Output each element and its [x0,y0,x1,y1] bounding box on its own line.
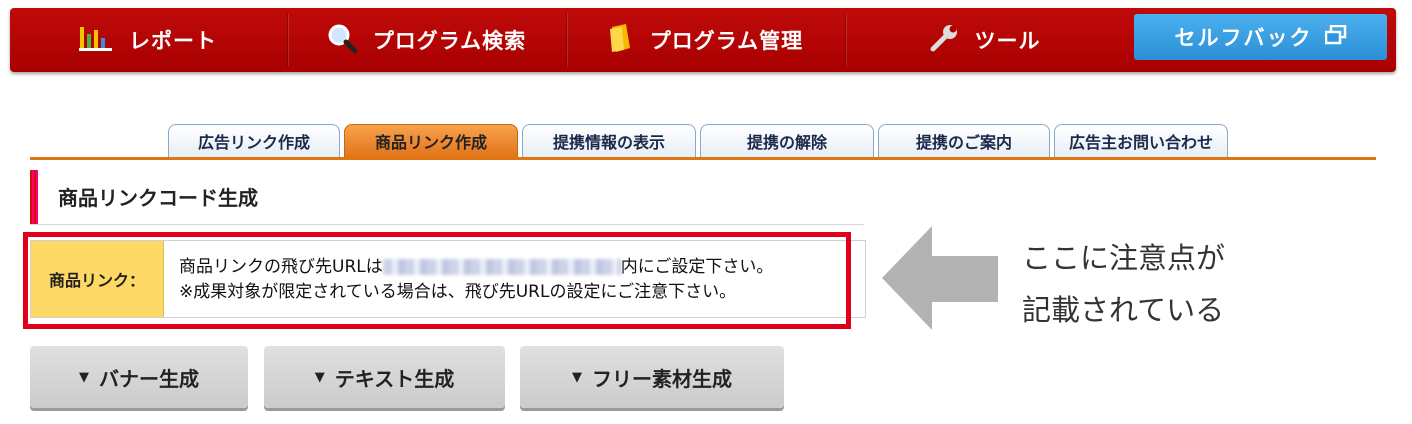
nav-selfback-button[interactable]: セルフバック [1134,14,1387,60]
nav-selfback-label: セルフバック [1174,26,1313,50]
nav-tools-label: ツール [974,29,1041,53]
nav-program-manage[interactable]: プログラム管理 [567,8,844,72]
top-nav-bar: レポート プログラム検索 プログラム管理 ツール セルフバック [10,8,1396,72]
annotation-line-1: ここに注意点が [1022,241,1226,275]
section-title: 商品リンクコード生成 [58,186,258,210]
annotation-line-2: 記載されている [1022,293,1225,327]
annotation-note: ここに注意点が 記載されている [1022,232,1225,336]
magnifier-icon [327,23,358,58]
tab-partnership-info[interactable]: 提携情報の表示 [522,124,696,157]
nav-program-search[interactable]: プログラム検索 [288,8,565,72]
free-material-generate-button[interactable]: ▼ フリー素材生成 [520,346,784,408]
section-accent-bar [30,170,38,224]
nav-program-search-label: プログラム検索 [372,29,527,53]
tab-advertiser-contact[interactable]: 広告主お問い合わせ [1054,124,1228,157]
text-generate-button[interactable]: ▼ テキスト生成 [264,346,505,408]
tab-bar: 広告リンク作成 商品リンク作成 提携情報の表示 提携の解除 提携のご案内 広告主… [168,124,1232,158]
tab-product-link[interactable]: 商品リンク作成 [344,124,518,157]
nav-report-label: レポート [129,29,217,53]
bar-chart-icon [79,25,113,56]
nav-tools[interactable]: ツール [846,8,1123,72]
banner-generate-label: バナー生成 [99,366,199,391]
text-generate-label: テキスト生成 [334,366,455,391]
highlight-frame [23,232,851,329]
wrench-icon [929,23,959,58]
triangle-down-icon: ▼ [79,369,89,385]
folder-icon [608,23,634,58]
nav-program-manage-label: プログラム管理 [649,29,804,53]
left-arrow-icon [882,226,998,330]
tab-ad-link[interactable]: 広告リンク作成 [168,124,340,157]
triangle-down-icon: ▼ [314,369,325,385]
free-material-generate-label: フリー素材生成 [592,366,732,391]
nav-report[interactable]: レポート [10,8,286,72]
section-header: 商品リンクコード生成 [30,170,864,225]
external-window-icon [1324,24,1347,50]
banner-generate-button[interactable]: ▼ バナー生成 [30,346,248,408]
tab-partnership-guide[interactable]: 提携のご案内 [878,124,1050,157]
triangle-down-icon: ▼ [572,369,582,385]
tab-underline [30,157,1376,160]
tab-cancel-partnership[interactable]: 提携の解除 [700,124,874,157]
